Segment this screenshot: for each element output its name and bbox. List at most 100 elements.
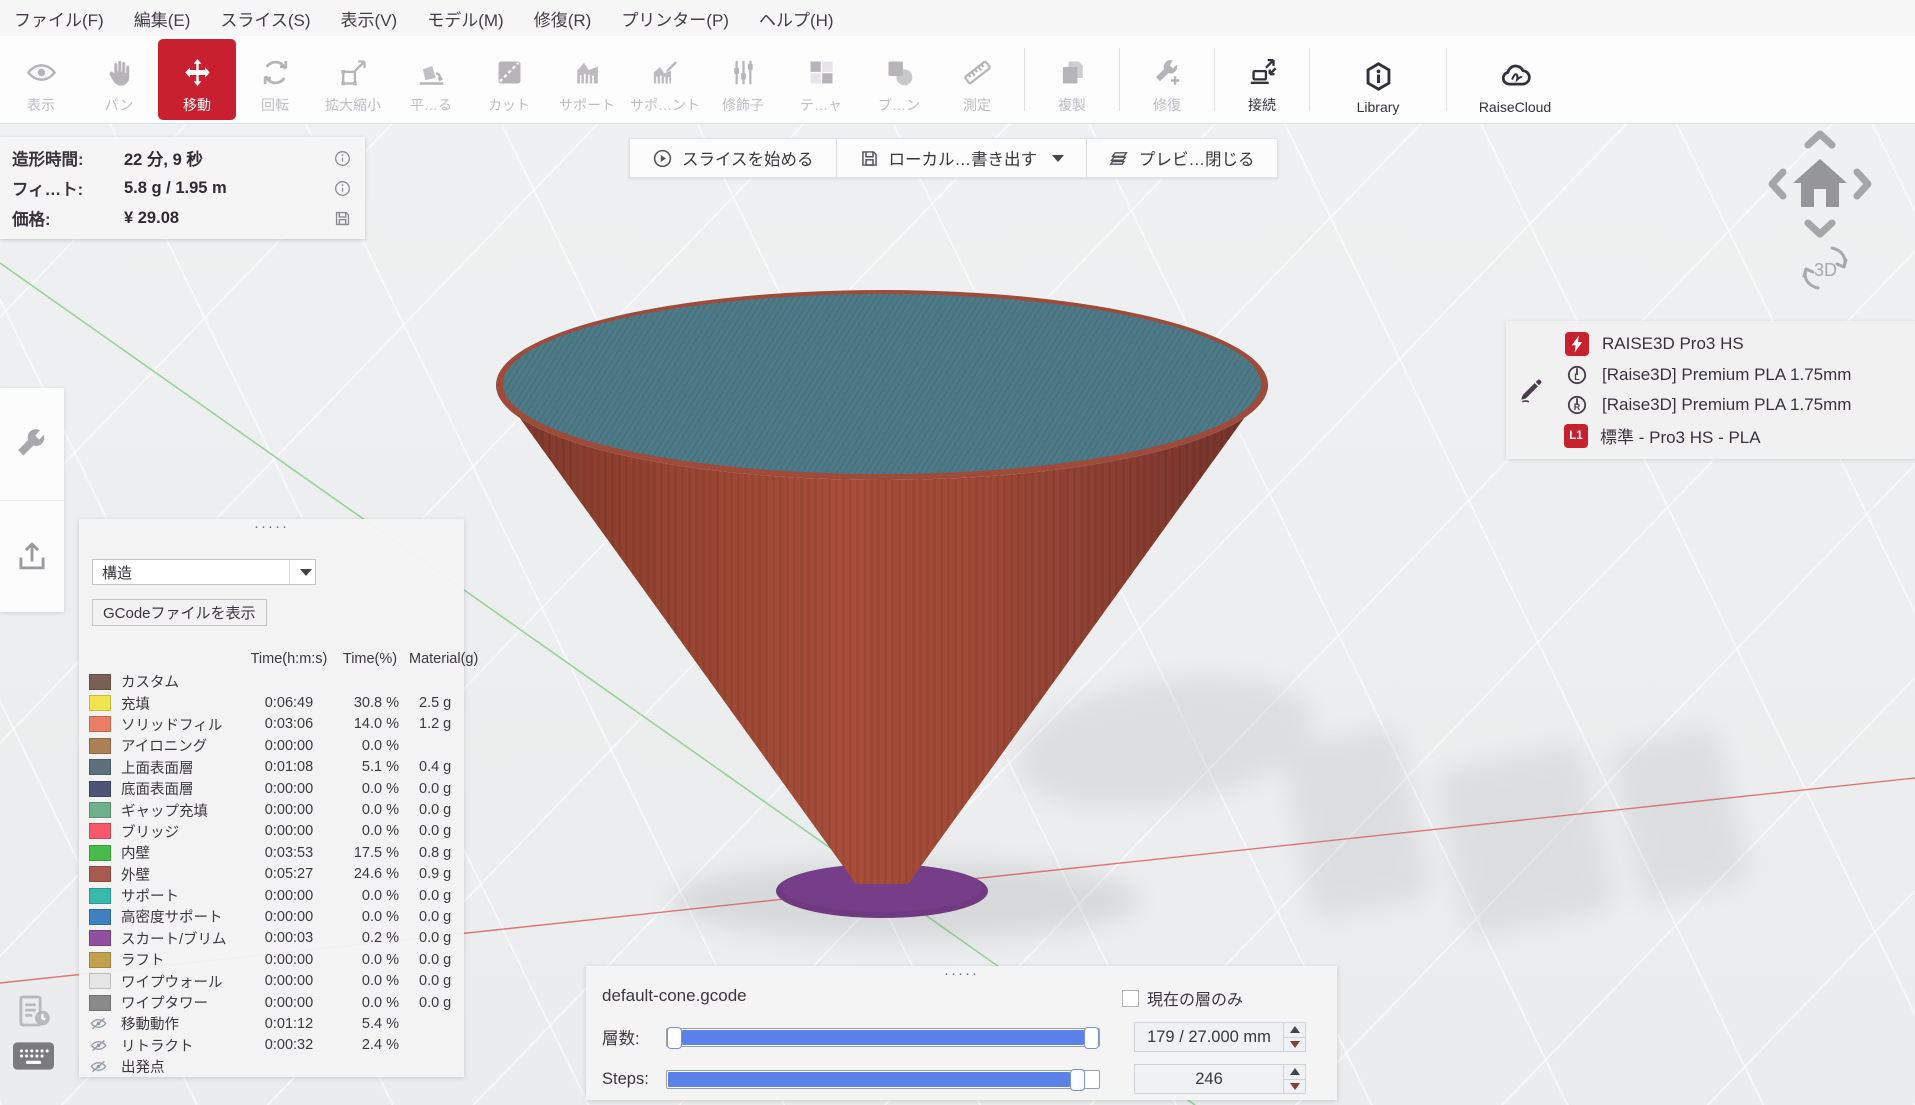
spin-up-icon[interactable] (1284, 1023, 1305, 1038)
toolbar-item-label: 回転 (261, 95, 289, 115)
upload-icon (13, 537, 51, 575)
table-row[interactable]: 底面表面層 0:00:00 0.0 % 0.0 g (87, 778, 460, 799)
menu-item[interactable]: 編集(E) (134, 6, 191, 31)
eye-off-icon[interactable] (89, 1014, 108, 1033)
slider-handle[interactable] (1070, 1069, 1085, 1091)
printer-setting-label: 標準 - Pro3 HS - PLA (1600, 423, 1761, 448)
menu-item[interactable]: ファイル(F) (14, 6, 104, 31)
info-icon[interactable] (331, 149, 353, 168)
eye-off-icon[interactable] (89, 1057, 108, 1076)
toolbar-item-label: 測定 (963, 95, 991, 115)
table-row[interactable]: 高密度サポート 0:00:00 0.0 % 0.0 g (87, 906, 460, 927)
table-row[interactable]: ワイプウォール 0:00:00 0.0 % 0.0 g (87, 970, 460, 991)
toolbar-item[interactable]: 測定 (938, 39, 1016, 120)
toolbar-item[interactable]: ブ…ン (860, 39, 938, 120)
category-material: 2.5 g (409, 695, 475, 711)
slider-handle-max[interactable] (1084, 1027, 1099, 1049)
summary-value: ¥ 29.08 (124, 209, 331, 228)
toolbar-item[interactable]: 平…る (392, 39, 470, 120)
steps-slider[interactable] (666, 1070, 1100, 1089)
slider-handle-min[interactable] (667, 1027, 682, 1049)
current-layer-only-checkbox[interactable] (1122, 990, 1139, 1007)
table-row[interactable]: 内壁 0:03:53 17.5 % 0.8 g (87, 842, 460, 863)
panel-drag-handle[interactable]: ····· (586, 968, 1337, 980)
spin-up-icon[interactable] (1284, 1065, 1305, 1080)
category-time: 0:03:53 (247, 845, 331, 861)
table-row[interactable]: アイロニング 0:00:00 0.0 % (87, 735, 460, 756)
printer-setting-label: RAISE3D Pro3 HS (1602, 334, 1744, 354)
category-time: 0:00:00 (247, 823, 331, 839)
settings-wrench-button[interactable] (0, 388, 64, 500)
toolbar-item[interactable]: カット (470, 39, 548, 120)
toolbar-item[interactable]: サポート (548, 39, 626, 120)
support-icon (571, 51, 604, 93)
layer-spinbox[interactable]: 179 / 27.000 mm (1134, 1022, 1306, 1052)
table-row[interactable]: 充填 0:06:49 30.8 % 2.5 g (87, 692, 460, 713)
structure-dropdown[interactable]: 構造 (92, 559, 316, 585)
action-button-label: ローカル…書き出す (889, 146, 1038, 170)
printer-settings-panel[interactable]: RAISE3D Pro3 HS L [Raise3D] Premium PLA … (1506, 321, 1915, 459)
printer-setting-row[interactable]: L1 標準 - Pro3 HS - PLA (1564, 422, 1915, 450)
table-row[interactable]: サポート 0:00:00 0.0 % 0.0 g (87, 885, 460, 906)
toolbar-item[interactable]: 接続 (1223, 39, 1301, 120)
save-icon[interactable] (331, 209, 353, 228)
toolbar-item[interactable]: 複製 (1033, 39, 1111, 120)
toolbar-item[interactable]: 修飾子 (704, 39, 782, 120)
toolbar-item[interactable]: 拡大縮小 (314, 39, 392, 120)
spin-down-icon[interactable] (1284, 1080, 1305, 1094)
printer-setting-row[interactable]: RAISE3D Pro3 HS (1564, 330, 1915, 358)
table-row[interactable]: 移動動作 0:01:12 5.4 % (87, 1013, 460, 1034)
table-row[interactable]: ラフト 0:00:00 0.0 % 0.0 g (87, 949, 460, 970)
edit-pencil-icon[interactable] (1518, 377, 1544, 403)
menu-item[interactable]: 表示(V) (341, 6, 398, 31)
action-button[interactable]: ローカル…書き出す (836, 139, 1087, 177)
view-navigation-control[interactable] (1762, 126, 1878, 242)
table-row[interactable]: スカート/ブリム 0:00:03 0.2 % 0.0 g (87, 928, 460, 949)
print-queue-icon[interactable] (13, 990, 55, 1032)
left-sidebar (0, 388, 64, 612)
table-row[interactable]: ソリッドフィル 0:03:06 14.0 % 1.2 g (87, 714, 460, 735)
menu-item[interactable]: 修復(R) (534, 6, 592, 31)
printer-setting-row[interactable]: L [Raise3D] Premium PLA 1.75mm (1564, 361, 1915, 389)
table-row[interactable]: カスタム (87, 671, 460, 692)
toolbar-item[interactable]: 回転 (236, 39, 314, 120)
play-circle-icon (652, 148, 673, 169)
toolbar-item[interactable]: サポ…ント (626, 39, 704, 120)
spin-down-icon[interactable] (1284, 1038, 1305, 1052)
panel-drag-handle[interactable]: ····· (79, 521, 464, 533)
table-row[interactable]: ブリッジ 0:00:00 0.0 % 0.0 g (87, 821, 460, 842)
menu-bar: ファイル(F) 編集(E) スライス(S) 表示(V) モデル(M) 修復(R)… (0, 0, 1915, 36)
table-row[interactable]: リトラクト 0:00:32 2.4 % (87, 1035, 460, 1056)
layers-range-slider[interactable] (666, 1028, 1100, 1047)
keyboard-icon[interactable] (13, 1042, 54, 1070)
toolbar-item[interactable]: テ…ャ (782, 39, 860, 120)
table-row[interactable]: 外壁 0:05:27 24.6 % 0.9 g (87, 864, 460, 885)
toolbar-item[interactable]: Library (1318, 39, 1438, 120)
menu-item[interactable]: モデル(M) (427, 6, 503, 31)
show-gcode-button[interactable]: GCodeファイルを表示 (92, 599, 267, 626)
printer-setting-row[interactable]: R [Raise3D] Premium PLA 1.75mm (1564, 391, 1915, 419)
rotate-3d-control[interactable]: 3D (1792, 240, 1858, 296)
table-row[interactable]: 出発点 (87, 1056, 460, 1077)
action-button[interactable]: プレビ…閉じる (1086, 139, 1277, 177)
table-row[interactable]: 上面表面層 0:01:08 5.1 % 0.4 g (87, 757, 460, 778)
menu-item[interactable]: ヘルプ(H) (759, 6, 834, 31)
table-row[interactable]: ギャップ充填 0:00:00 0.0 % 0.0 g (87, 799, 460, 820)
toolbar-item[interactable]: パン (80, 39, 158, 120)
toolbar-item[interactable]: 表示 (2, 39, 80, 120)
action-button[interactable]: スライスを始める (630, 139, 836, 177)
menu-item[interactable]: スライス(S) (220, 6, 310, 31)
info-icon[interactable] (331, 179, 353, 198)
table-row[interactable]: ワイプタワー 0:00:00 0.0 % 0.0 g (87, 992, 460, 1013)
toolbar-item[interactable]: 修復 (1128, 39, 1206, 120)
menu-item[interactable]: プリンター(P) (621, 6, 729, 31)
eye-off-icon[interactable] (89, 1036, 108, 1055)
toolbar-item[interactable]: 移動 (158, 39, 236, 120)
current-layer-only-toggle[interactable]: 現在の層のみ (1122, 986, 1243, 1010)
toolbar-item[interactable]: RaiseCloud (1455, 39, 1575, 120)
export-upload-button[interactable] (0, 500, 64, 613)
chevron-down-icon[interactable] (1052, 155, 1064, 162)
category-time-percent: 0.0 % (335, 973, 405, 989)
category-time-percent: 2.4 % (335, 1037, 405, 1053)
steps-spinbox[interactable]: 246 (1134, 1064, 1306, 1094)
